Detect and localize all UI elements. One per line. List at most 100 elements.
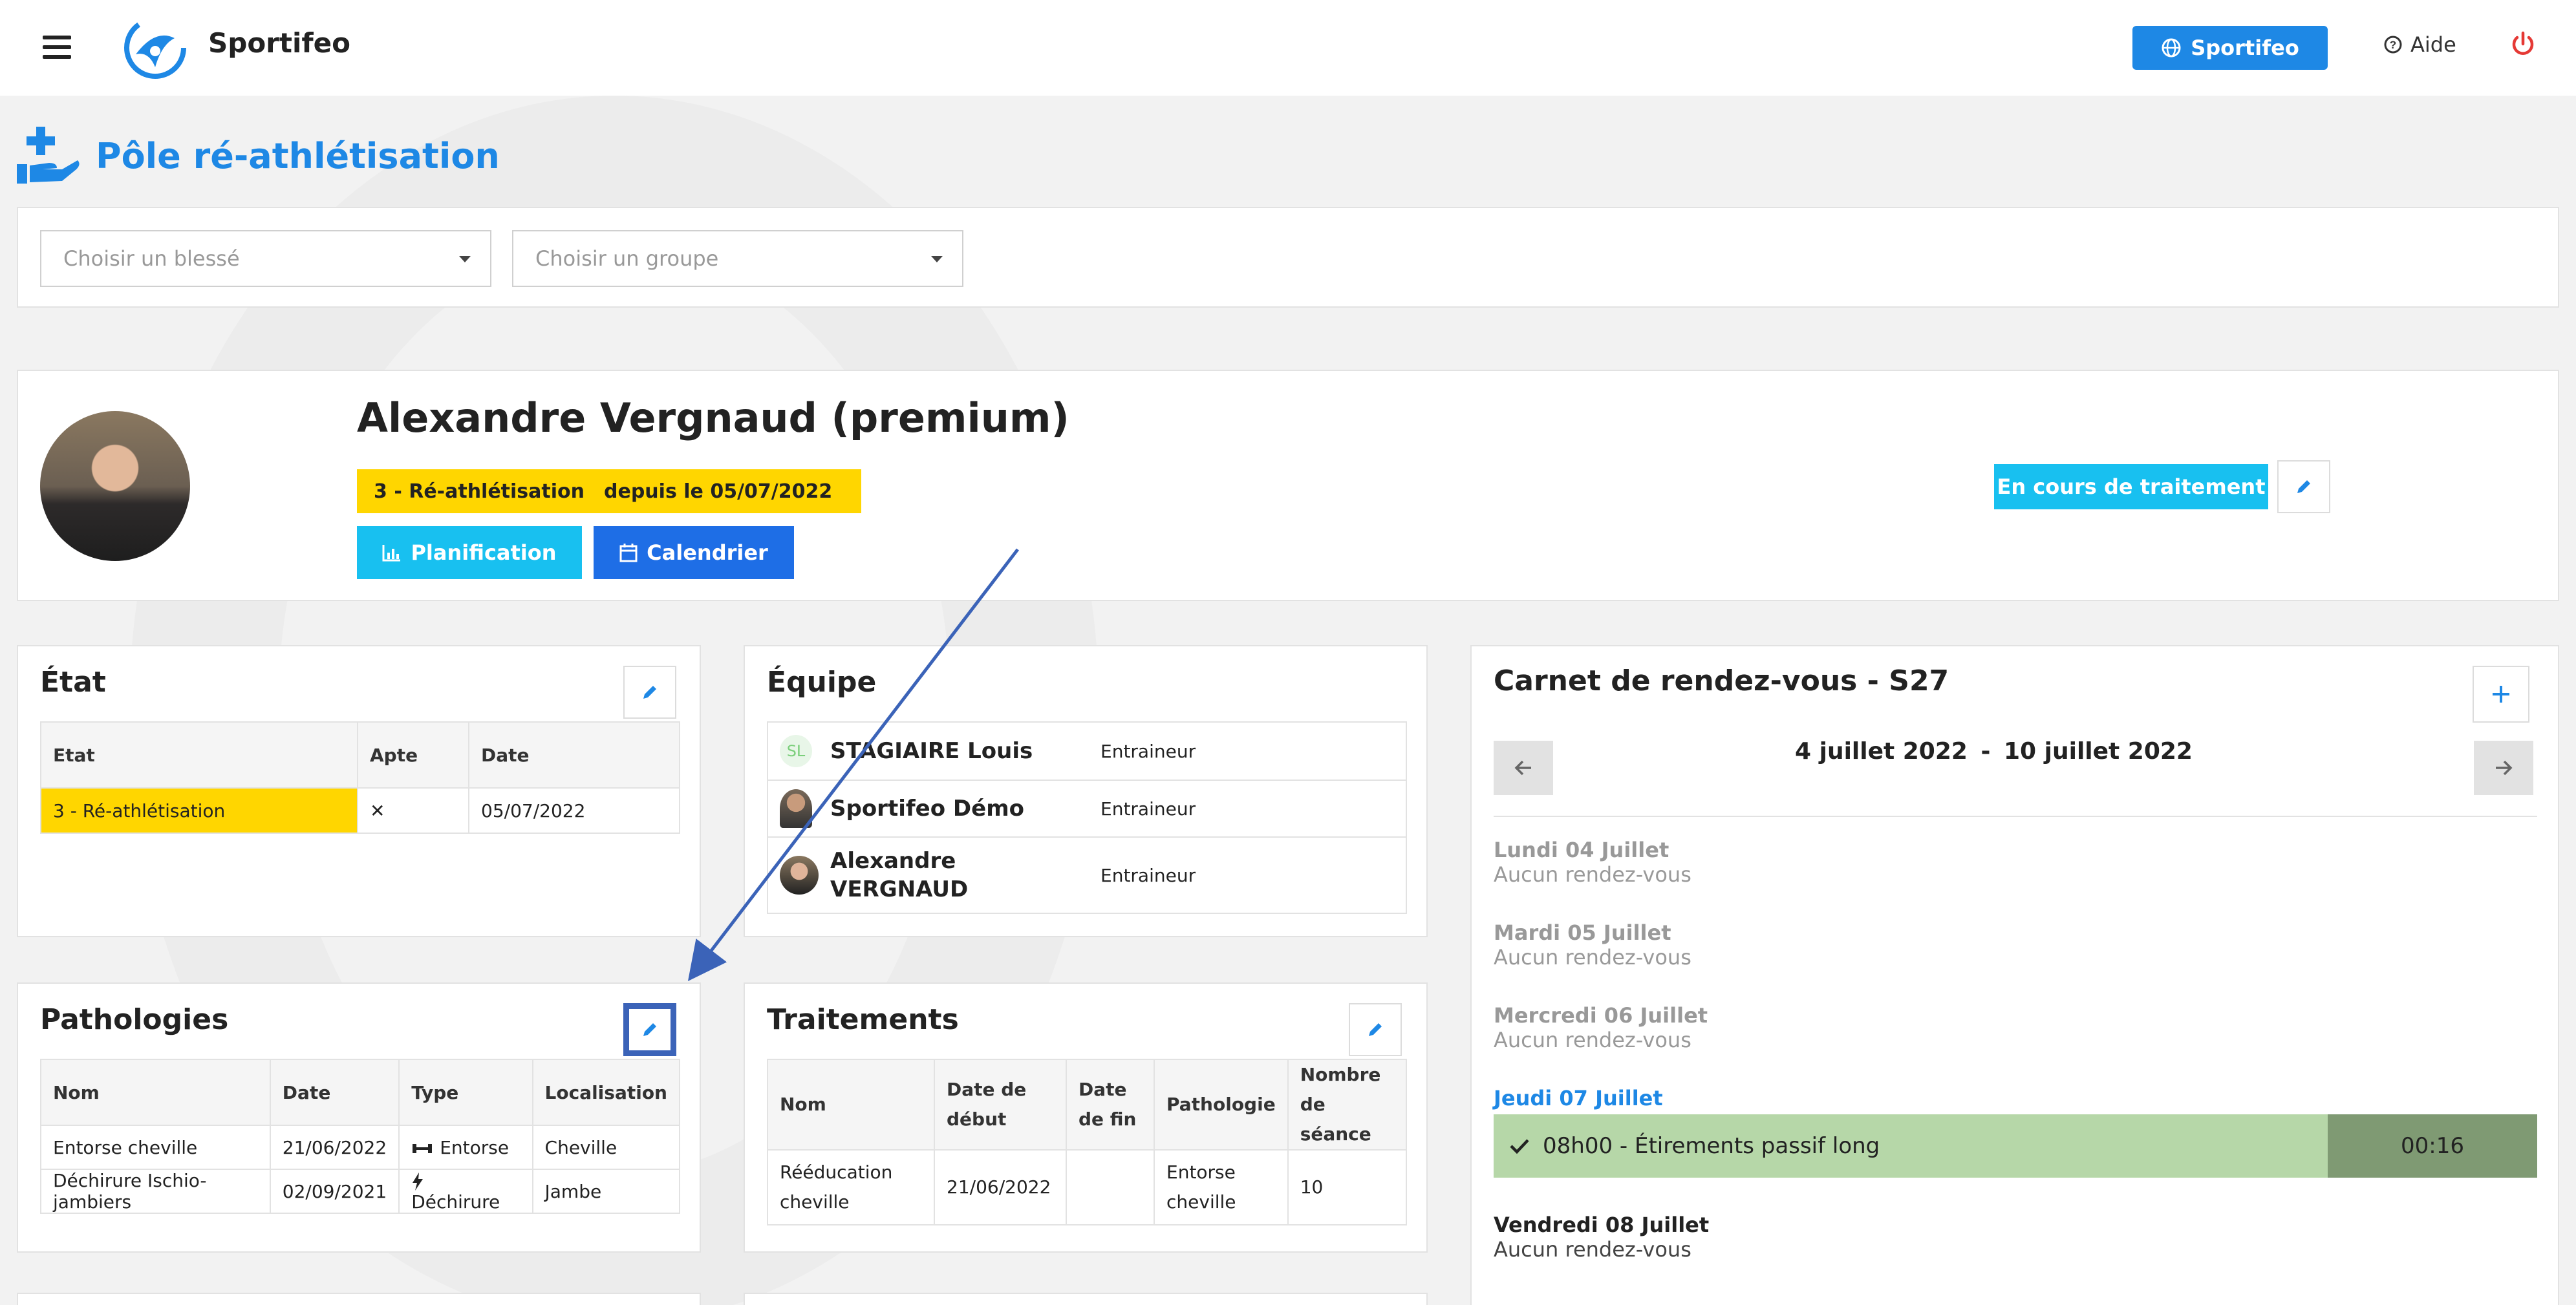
calendar-button-label: Calendrier — [647, 540, 768, 565]
pathology-type: Déchirure — [411, 1191, 500, 1213]
arrow-left-icon — [1514, 760, 1531, 776]
pathology-localisation: Jambe — [531, 1169, 681, 1214]
etat-card: État Etat Apte Date 3 - Ré-athlétisation… — [17, 645, 701, 937]
prev-week-button[interactable] — [1494, 741, 1553, 795]
pathology-type: Entorse — [440, 1136, 510, 1158]
edit-pathologies-button[interactable] — [623, 1003, 676, 1056]
appointments-card: Carnet de rendez-vous - S27 4 juillet 20… — [1470, 645, 2559, 1305]
bar-chart-icon — [382, 545, 401, 562]
sportifeo-logo-icon — [124, 17, 186, 79]
day-entry: Mercredi 06 Juillet Aucun rendez-vous — [1494, 1003, 1708, 1052]
divider — [1494, 816, 2537, 817]
edit-status-button[interactable] — [2277, 460, 2330, 513]
question-circle-icon: ? — [2384, 36, 2402, 54]
calendar-icon — [619, 544, 638, 562]
nom-col-header: Nom — [40, 1059, 271, 1126]
page-title: Pôle ré-athlétisation — [96, 135, 500, 176]
planning-button-label: Planification — [411, 540, 557, 565]
phase-since: depuis le 05/07/2022 — [604, 480, 833, 503]
day-entry: Lundi 04 Juillet Aucun rendez-vous — [1494, 838, 1691, 887]
svg-text:?: ? — [2390, 39, 2396, 51]
appointment-item[interactable]: 08h00 - Étirements passif long 00:16 — [1494, 1114, 2537, 1178]
day-text: Aucun rendez-vous — [1494, 1028, 1691, 1052]
week-start: 4 juillet 2022 — [1795, 738, 1968, 765]
edit-traitements-button[interactable] — [1349, 1003, 1402, 1056]
treatment-end — [1066, 1149, 1155, 1225]
bolt-icon — [413, 1172, 424, 1191]
team-member-row[interactable]: Alexandre VERGNAUD Entraineur — [767, 836, 1407, 914]
page-title-bar: Pôle ré-athlétisation — [17, 127, 500, 185]
apte-cell: ✕ — [357, 787, 469, 834]
fin-col-header: Date de fin — [1066, 1059, 1155, 1151]
profile-card: Alexandre Vergnaud (premium) 3 - Ré-athl… — [17, 370, 2559, 601]
member-name: Sportifeo Démo — [830, 780, 1089, 838]
menu-icon[interactable] — [43, 36, 71, 59]
traitements-title: Traitements — [767, 1003, 959, 1036]
localisation-col-header: Localisation — [531, 1059, 681, 1126]
pathology-date: 21/06/2022 — [269, 1125, 400, 1170]
plus-icon — [2493, 686, 2509, 703]
team-member-row[interactable]: Sportifeo Démo Entraineur — [767, 780, 1407, 838]
brand-name: Sportifeo — [208, 27, 350, 59]
etat-col-header: Etat — [40, 721, 358, 789]
member-name: Alexandre VERGNAUD — [830, 836, 1089, 914]
debut-col-header: Date de début — [934, 1059, 1067, 1151]
appointment-duration: 00:16 — [2328, 1114, 2537, 1178]
table-row[interactable]: Entorse cheville 21/06/2022 Entorse Chev… — [40, 1125, 681, 1170]
equipe-table: SL STAGIAIRE Louis Entraineur Sportifeo … — [767, 721, 1407, 914]
date-cell: 05/07/2022 — [468, 787, 680, 834]
injured-select[interactable]: Choisir un blessé — [40, 230, 491, 287]
power-icon[interactable] — [2509, 30, 2537, 58]
treatment-sessions: 10 — [1287, 1149, 1408, 1225]
phase-badge: 3 - Ré-athlétisation depuis le 05/07/202… — [357, 469, 861, 513]
day-name: Jeudi 07 Juillet — [1494, 1086, 1663, 1110]
table-row[interactable]: Déchirure Ischio-jambiers 02/09/2021 Déc… — [40, 1169, 681, 1214]
add-appointment-button[interactable] — [2473, 666, 2529, 723]
bottom-card-middle — [744, 1293, 1428, 1305]
injured-select-placeholder: Choisir un blessé — [63, 246, 240, 271]
type-col-header: Type — [398, 1059, 533, 1126]
athlete-name: Alexandre Vergnaud (premium) — [357, 394, 1069, 441]
caret-down-icon — [459, 256, 471, 262]
planning-button[interactable]: Planification — [357, 526, 582, 579]
traitements-table: Nom Date de début Date de fin Pathologie… — [767, 1059, 1408, 1225]
member-role: Entraineur — [1089, 721, 1407, 781]
pathology-localisation: Cheville — [531, 1125, 681, 1170]
next-week-button[interactable] — [2474, 741, 2533, 795]
date-col-header: Date — [468, 721, 680, 789]
etat-table: Etat Apte Date 3 - Ré-athlétisation ✕ 05… — [40, 721, 680, 834]
team-member-row[interactable]: SL STAGIAIRE Louis Entraineur — [767, 721, 1407, 781]
help-link[interactable]: ? Aide — [2383, 32, 2456, 57]
pencil-icon — [643, 1023, 656, 1036]
calendar-button[interactable]: Calendrier — [594, 526, 794, 579]
day-entry: Vendredi 08 Juillet Aucun rendez-vous — [1494, 1213, 1709, 1262]
treatment-name: Rééducation cheville — [767, 1149, 935, 1225]
athlete-avatar — [40, 411, 190, 561]
member-role: Entraineur — [1089, 780, 1407, 838]
day-name: Lundi 04 Juillet — [1494, 838, 1669, 862]
edit-etat-button[interactable] — [623, 666, 676, 719]
pathologies-table: Nom Date Type Localisation Entorse chevi… — [40, 1059, 681, 1214]
group-select-placeholder: Choisir un groupe — [535, 246, 719, 271]
day-text: Aucun rendez-vous — [1494, 945, 1691, 970]
week-range: 4 juillet 2022 - 10 juillet 2022 — [1562, 738, 2425, 765]
traitements-card: Traitements Nom Date de début Date de fi… — [744, 982, 1428, 1253]
etat-cell: 3 - Ré-athlétisation — [40, 787, 358, 834]
day-name: Mardi 05 Juillet — [1494, 920, 1671, 945]
day-text: Aucun rendez-vous — [1494, 862, 1691, 887]
group-select[interactable]: Choisir un groupe — [512, 230, 963, 287]
pathologies-card: Pathologies Nom Date Type Localisation E… — [17, 982, 701, 1253]
hand-plus-icon — [17, 127, 80, 184]
nom-col-header: Nom — [767, 1059, 935, 1151]
top-header: Sportifeo Sportifeo ? Aide — [0, 0, 2576, 96]
phase-label: 3 - Ré-athlétisation — [374, 480, 585, 503]
treatment-pathology: Entorse cheville — [1154, 1149, 1289, 1225]
arrow-right-icon — [2496, 760, 2513, 776]
bone-icon — [413, 1143, 433, 1153]
pencil-icon — [2297, 480, 2310, 493]
table-row[interactable]: Rééducation cheville 21/06/2022 Entorse … — [767, 1149, 1408, 1225]
status-badge: En cours de traitement — [1994, 464, 2268, 509]
sportifeo-button[interactable]: Sportifeo — [2132, 26, 2328, 70]
day-name: Vendredi 08 Juillet — [1494, 1213, 1710, 1237]
day-entry-today: Jeudi 07 Juillet — [1494, 1086, 1663, 1110]
